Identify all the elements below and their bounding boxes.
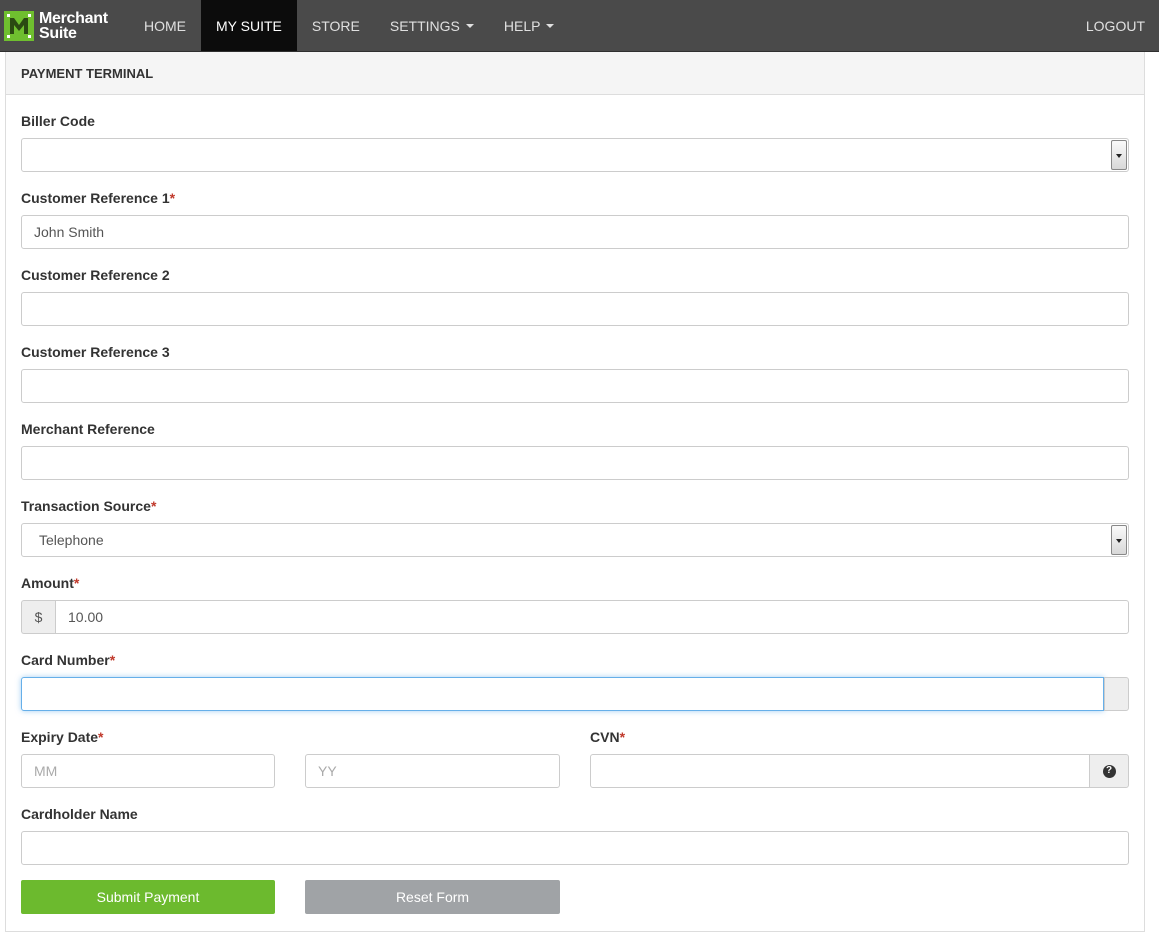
required-marker: * <box>619 729 626 745</box>
payment-terminal-panel: PAYMENT TERMINAL <box>5 52 1145 932</box>
cust-ref1-input[interactable]: John Smith <box>21 215 1129 249</box>
required-marker: * <box>169 190 176 206</box>
cvn-label: CVN* <box>590 729 625 745</box>
card-number-input[interactable] <box>21 677 1104 711</box>
cust-ref2-input[interactable] <box>21 292 1129 326</box>
merchant-ref-input[interactable] <box>21 446 1129 480</box>
cust-ref3-label-text: Customer Reference 3 <box>21 344 170 360</box>
required-marker: * <box>73 575 80 591</box>
amount-label-text: Amount <box>21 575 74 591</box>
merchant-ref-label-text: Merchant Reference <box>21 421 155 437</box>
cvn-help-addon[interactable]: ? <box>1089 754 1129 788</box>
txn-source-select[interactable]: Telephone <box>21 523 1129 557</box>
nav-settings-label: SETTINGS <box>389 17 460 34</box>
cust-ref2-label-text: Customer Reference 2 <box>21 267 170 283</box>
expiry-year-placeholder: YY <box>318 763 337 779</box>
txn-source-label-text: Transaction Source <box>21 498 151 514</box>
amount-value: 10.00 <box>68 609 104 625</box>
required-marker: * <box>150 498 157 514</box>
nav-settings[interactable]: SETTINGS <box>375 0 489 51</box>
amount-input[interactable]: 10.00 <box>55 600 1129 634</box>
merchant-ref-label: Merchant Reference <box>21 421 155 437</box>
nav-help[interactable]: HELP <box>489 0 570 51</box>
top-navbar: Merchant Suite HOME MY SUITE STORE SETTI… <box>0 0 1159 52</box>
txn-source-label: Transaction Source* <box>21 498 156 514</box>
biller-code-label-text: Biller Code <box>21 113 95 129</box>
question-circle-icon[interactable]: ? <box>1102 764 1116 778</box>
main-nav: HOME MY SUITE STORE SETTINGS HELP <box>129 0 569 51</box>
biller-code-select[interactable] <box>21 138 1129 172</box>
cvn-label-text: CVN <box>590 729 620 745</box>
cvn-input[interactable] <box>590 754 1090 788</box>
required-marker: * <box>98 729 104 745</box>
cardholder-label: Cardholder Name <box>21 806 138 822</box>
nav-store-label: STORE <box>311 17 360 34</box>
amount-label: Amount* <box>21 575 79 591</box>
brand-logo[interactable]: Merchant Suite <box>0 0 129 51</box>
expiry-year-input[interactable]: YY <box>305 754 560 788</box>
merchant-suite-logo-icon <box>4 10 34 41</box>
expiry-label-text: Expiry Date <box>21 729 99 745</box>
nav-my-suite-label: MY SUITE <box>216 17 282 34</box>
panel-title: PAYMENT TERMINAL <box>6 52 1144 95</box>
cust-ref1-label: Customer Reference 1* <box>21 190 175 206</box>
expiry-label: Expiry Date* <box>21 729 104 745</box>
card-type-addon <box>1104 677 1129 711</box>
nav-home-label: HOME <box>144 17 186 34</box>
caret-down-icon <box>546 23 555 28</box>
nav-home[interactable]: HOME <box>129 0 201 51</box>
cust-ref2-label: Customer Reference 2 <box>21 267 170 283</box>
cust-ref3-label: Customer Reference 3 <box>21 344 170 360</box>
expiry-month-input[interactable]: MM <box>21 754 275 788</box>
expiry-month-placeholder: MM <box>34 763 58 779</box>
currency-addon: $ <box>21 600 55 634</box>
dropdown-arrow-icon[interactable] <box>1111 525 1127 555</box>
card-number-label: Card Number* <box>21 652 115 668</box>
dropdown-arrow-icon[interactable] <box>1111 140 1127 170</box>
submit-payment-button[interactable]: Submit Payment <box>21 880 275 914</box>
card-number-label-text: Card Number <box>21 652 110 668</box>
nav-store[interactable]: STORE <box>297 0 375 51</box>
brand-line1: Merchant <box>39 9 108 27</box>
cust-ref1-label-text: Customer Reference 1 <box>21 190 170 206</box>
cust-ref1-value: John Smith <box>34 224 105 240</box>
txn-source-value: Telephone <box>39 532 104 548</box>
logout-link[interactable]: LOGOUT <box>1072 0 1159 51</box>
cust-ref3-input[interactable] <box>21 369 1129 403</box>
brand-name: Merchant Suite <box>39 9 108 42</box>
nav-help-label: HELP <box>503 17 541 34</box>
nav-my-suite[interactable]: MY SUITE <box>201 0 297 51</box>
reset-form-button[interactable]: Reset Form <box>305 880 560 914</box>
cardholder-input[interactable] <box>21 831 1129 865</box>
biller-code-label: Biller Code <box>21 113 95 129</box>
brand-line2: Suite <box>39 24 77 42</box>
cardholder-label-text: Cardholder Name <box>21 806 138 822</box>
required-marker: * <box>109 652 116 668</box>
caret-down-icon <box>465 23 474 28</box>
